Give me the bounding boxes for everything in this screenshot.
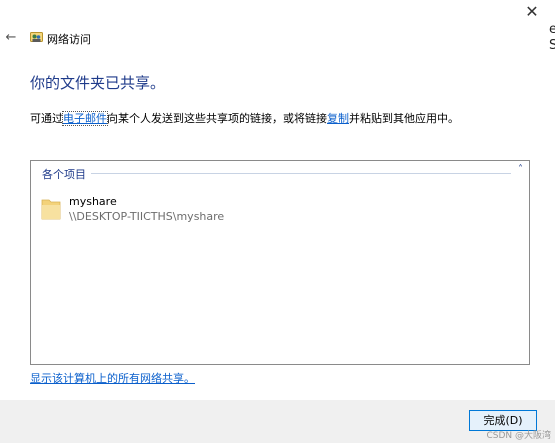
show-all-shares-link[interactable]: 显示该计算机上的所有网络共享。 [30, 370, 195, 386]
desc-middle: 向某个人发送到这些共享项的链接，或将链接 [107, 112, 327, 125]
close-icon: ✕ [525, 2, 539, 21]
item-path: \\DESKTOP-TIICTHS\myshare [69, 210, 225, 223]
title-bar: ✕ [0, 0, 555, 26]
window-title: 网络访问 [47, 33, 91, 46]
desc-suffix: 并粘贴到其他应用中。 [349, 112, 459, 125]
back-arrow-icon: ← [5, 30, 17, 45]
copy-link[interactable]: 复制 [327, 112, 349, 125]
group-header[interactable]: 各个项目 ˄ [31, 161, 529, 183]
desc-prefix: 可通过 [30, 112, 63, 125]
group-divider [91, 173, 511, 174]
nav-bar: ← 网络访问 [0, 28, 540, 50]
back-button[interactable]: ← [2, 29, 20, 47]
email-link[interactable]: 电子邮件 [62, 111, 108, 126]
shared-items-list[interactable]: 各个项目 ˄ myshare \\DESKTOP-TIICTHS\myshare [30, 160, 530, 365]
page-title: 你的文件夹已共享。 [30, 74, 166, 92]
close-button[interactable]: ✕ [519, 2, 545, 24]
group-label: 各个项目 [42, 168, 86, 181]
watermark: CSDN @大阪湾 [486, 431, 551, 441]
share-description: 可通过电子邮件向某个人发送到这些共享项的链接，或将链接复制并粘贴到其他应用中。 [30, 110, 459, 126]
folder-icon [41, 199, 61, 220]
item-name: myshare [69, 195, 117, 208]
chevron-up-icon[interactable]: ˄ [518, 164, 523, 175]
network-sharing-icon [30, 32, 43, 42]
background-window-edge-text: e S [549, 22, 555, 53]
list-item[interactable]: myshare \\DESKTOP-TIICTHS\myshare [39, 193, 339, 227]
